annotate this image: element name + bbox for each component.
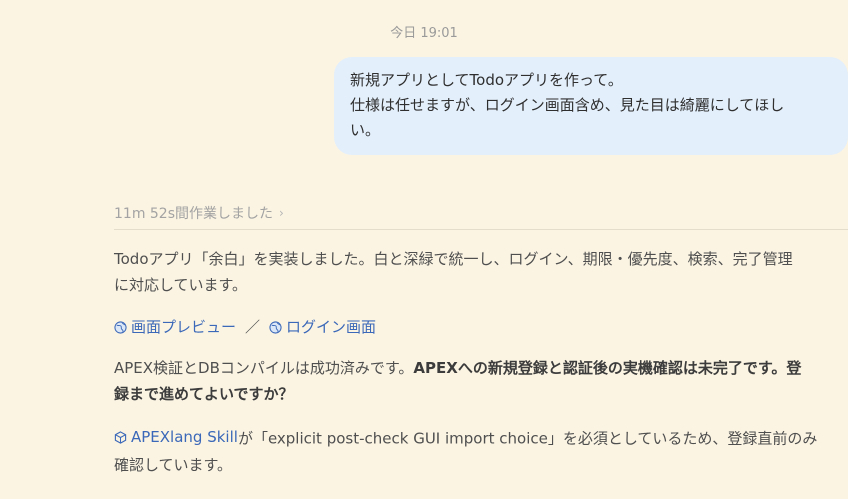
work-duration-toggle[interactable]: 11m 52s間作業しました › (114, 203, 284, 223)
link-separator: ／ (245, 318, 261, 336)
chat-view: 今日 19:01 新規アプリとしてTodoアプリを作って。 仕様は任せますが、ロ… (0, 0, 848, 499)
login-screen-link[interactable]: ログイン画面 (269, 314, 376, 340)
response-links: 画面プレビュー ／ ログイン画面 (114, 314, 840, 340)
user-message-line-2: 仕様は任せますが、ログイン画面含め、見た目は綺麗にしてほし (350, 96, 785, 114)
response-text: が「explicit post-check GUI import choice」… (237, 429, 818, 448)
preview-link-label: 画面プレビュー (131, 318, 237, 336)
response-paragraph-summary: Todoアプリ「余白」を実装しました。白と深緑で統一し、ログイン、期限・優先度、… (114, 246, 840, 298)
apexlang-skill-label: APEXlang Skill (131, 428, 238, 446)
response-text: に対応しています。 (114, 276, 248, 294)
globe-icon (114, 320, 127, 334)
response-text: 確認しています。 (114, 455, 233, 474)
work-duration-label: 11m 52s間作業しました (114, 206, 274, 222)
preview-link[interactable]: 画面プレビュー (114, 314, 236, 340)
divider (114, 229, 848, 230)
response-text: APEX検証とDBコンパイルは成功済みです。 (114, 359, 414, 377)
apexlang-skill-link[interactable]: APEXlang Skill (114, 424, 238, 450)
user-message-line-3: い。 (350, 121, 381, 139)
globe-icon (269, 320, 282, 334)
response-paragraph-skill: APEXlang Skill が「explicit post-check GUI… (114, 424, 840, 478)
login-screen-link-label: ログイン画面 (286, 318, 377, 336)
response-text: Todoアプリ「余白」を実装しました。白と深緑で統一し、ログイン、期限・優先度、… (114, 250, 793, 268)
response-paragraph-status: APEX検証とDBコンパイルは成功済みです。APEXへの新規登録と認証後の実機確… (114, 355, 840, 407)
cube-icon (114, 430, 127, 444)
user-message-bubble: 新規アプリとしてTodoアプリを作って。 仕様は任せますが、ログイン画面含め、見… (334, 57, 848, 155)
message-timestamp: 今日 19:01 (390, 26, 458, 41)
chevron-right-icon: › (279, 206, 284, 220)
response-bold-text: 録まで進めてよいですか？ (114, 385, 294, 403)
response-bold-text: APEXへの新規登録と認証後の実機確認は未完了です。登 (413, 359, 802, 377)
user-message-line-1: 新規アプリとしてTodoアプリを作って。 (350, 71, 623, 89)
